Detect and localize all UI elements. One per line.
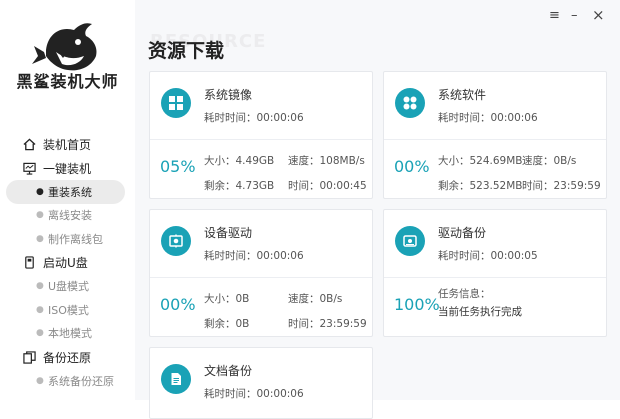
card-progress-percent: 00% [394,157,430,176]
bullet-icon: ● [36,375,44,386]
download-card-device-driver: 设备驱动 耗时时间：00:00:06 00% 大小：0B 速度：0B/s 剩余：… [149,209,373,337]
card-elapsed-time: 耗时时间：00:00:06 [204,250,304,262]
bullet-icon: ● [36,210,44,221]
card-size: 大小：4.49GB [204,155,275,167]
card-name: 设备驱动 [204,226,253,240]
sidebar-item-label: 备份还原 [43,350,92,365]
card-time-left: 时间：00:00:45 [288,180,367,192]
bullet-icon: ● [36,328,44,339]
bullet-icon: ● [36,281,44,292]
card-task-status: 当前任务执行完成 [438,306,522,318]
sidebar-item-backup-restore[interactable]: 备份还原 [0,345,135,369]
card-divider [384,277,606,278]
card-progress-percent: 100% [394,295,440,314]
minimize-button[interactable]: – [571,8,578,23]
brand-name: 黑鲨装机大师 [16,72,119,91]
sidebar-item-usb-mode[interactable]: ● U盘模式 [6,275,125,299]
menu-button[interactable]: ≡ [549,8,560,23]
download-card-driver-backup: 驱动备份 耗时时间：00:00:05 100% 任务信息： 当前任务执行完成 [383,209,607,337]
document-icon [161,364,191,394]
bullet-icon: ● [36,233,44,244]
sidebar-item-local-mode[interactable]: ● 本地模式 [6,322,125,346]
sidebar-item-offline-install[interactable]: ● 离线安装 [6,204,125,228]
sidebar-item-label: 装机首页 [43,137,92,152]
sidebar-item-label: 本地模式 [48,327,92,341]
sidebar-item-label: ISO模式 [48,303,89,317]
sidebar-item-label: U盘模式 [48,280,90,294]
download-card-system-software: 系统软件 耗时时间：00:00:06 00% 大小：524.69MB 速度：0B… [383,71,607,199]
card-remaining: 剩余：0B [204,318,250,330]
sidebar-item-iso-mode[interactable]: ● ISO模式 [6,298,125,322]
sidebar-item-boot-usb[interactable]: 启动U盘 [0,251,135,275]
sidebar-item-label: 重装系统 [48,185,92,199]
driver-icon [161,226,191,256]
disk-icon [395,226,425,256]
sidebar-item-label: 一键装机 [43,161,92,176]
sidebar-item-system-backup-restore[interactable]: ● 系统备份还原 [6,369,125,393]
card-size: 大小：0B [204,293,250,305]
home-icon [22,137,36,151]
card-divider [150,277,372,278]
download-card-document-backup: 文档备份 耗时时间：00:00:06 [149,347,373,419]
monitor-icon [22,161,36,175]
card-task-label: 任务信息： [438,288,491,300]
card-elapsed-time: 耗时时间：00:00:06 [438,112,538,124]
card-name: 驱动备份 [438,226,487,240]
sidebar-item-make-offline-package[interactable]: ● 制作离线包 [6,227,125,251]
card-divider [384,139,606,140]
page-title: 资源下载 [148,40,225,62]
card-elapsed-time: 耗时时间：00:00:05 [438,250,538,262]
sidebar-item-label: 系统备份还原 [48,374,114,388]
card-progress-percent: 05% [160,157,196,176]
sidebar-item-reinstall-system[interactable]: ● 重装系统 [6,180,125,204]
card-size: 大小：524.69MB [438,155,523,167]
card-time-left: 时间：23:59:59 [288,318,367,330]
card-name: 文档备份 [204,364,253,378]
bullet-icon: ● [36,304,44,315]
card-elapsed-time: 耗时时间：00:00:06 [204,388,304,400]
card-divider [150,139,372,140]
close-button[interactable]: × [592,6,605,24]
sidebar: 黑鲨装机大师 装机首页 一键装机 ● 重装系统 ● 离线安装 ● 制作离线包 启… [0,0,135,400]
card-name: 系统镜像 [204,88,253,102]
card-speed: 速度：0B/s [288,293,343,305]
sidebar-item-label: 离线安装 [48,209,92,223]
card-remaining: 剩余：4.73GB [204,180,275,192]
card-speed: 速度：108MB/s [288,155,365,167]
sidebar-nav: 装机首页 一键装机 ● 重装系统 ● 离线安装 ● 制作离线包 启动U盘 ● U… [0,132,135,393]
card-remaining: 剩余：523.52MB [438,180,523,192]
card-progress-percent: 00% [160,295,196,314]
usb-icon [22,256,36,270]
card-elapsed-time: 耗时时间：00:00:06 [204,112,304,124]
backup-icon [22,350,36,364]
sidebar-item-home[interactable]: 装机首页 [0,132,135,156]
windows-icon [161,88,191,118]
apps-icon [395,88,425,118]
sidebar-item-label: 启动U盘 [43,256,88,270]
card-name: 系统软件 [438,88,487,102]
download-card-system-image: 系统镜像 耗时时间：00:00:06 05% 大小：4.49GB 速度：108M… [149,71,373,199]
sidebar-item-label: 制作离线包 [48,232,103,246]
bullet-icon: ● [36,186,44,197]
sidebar-item-one-click-install[interactable]: 一键装机 [0,156,135,180]
card-speed: 速度：0B/s [522,155,577,167]
card-time-left: 时间：23:59:59 [522,180,601,192]
